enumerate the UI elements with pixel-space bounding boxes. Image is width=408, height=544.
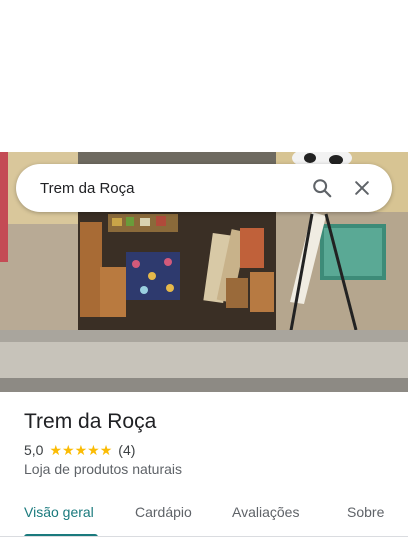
- close-icon[interactable]: [344, 170, 380, 206]
- place-info: Trem da Roça 5,0 ★ ★ ★ ★ ★ (4) Loja de p…: [24, 408, 394, 477]
- star-rating: ★ ★ ★ ★ ★: [49, 443, 112, 457]
- place-category[interactable]: Loja de produtos naturais: [24, 461, 394, 477]
- blank-area: [0, 0, 408, 152]
- search-bar[interactable]: Trem da Roça: [16, 164, 392, 212]
- place-title: Trem da Roça: [24, 410, 157, 433]
- rating-row[interactable]: 5,0 ★ ★ ★ ★ ★ (4): [24, 442, 394, 458]
- star-icon: ★: [49, 442, 63, 458]
- search-input[interactable]: Trem da Roça: [40, 180, 300, 197]
- star-icon: ★: [74, 442, 88, 458]
- tab-overview[interactable]: Visão geral: [24, 504, 94, 520]
- search-icon[interactable]: [304, 170, 340, 206]
- tab-menu[interactable]: Cardápio: [135, 504, 192, 520]
- star-icon: ★: [62, 442, 75, 458]
- review-count[interactable]: (4): [118, 442, 135, 458]
- star-icon: ★: [99, 442, 113, 458]
- tab-reviews[interactable]: Avaliações: [232, 504, 299, 520]
- divider: [0, 536, 408, 537]
- rating-value: 5,0: [24, 442, 44, 458]
- tab-about[interactable]: Sobre: [347, 504, 384, 520]
- tab-bar: Visão geral Cardápio Avaliações Sobre: [0, 494, 408, 537]
- star-icon: ★: [87, 442, 100, 458]
